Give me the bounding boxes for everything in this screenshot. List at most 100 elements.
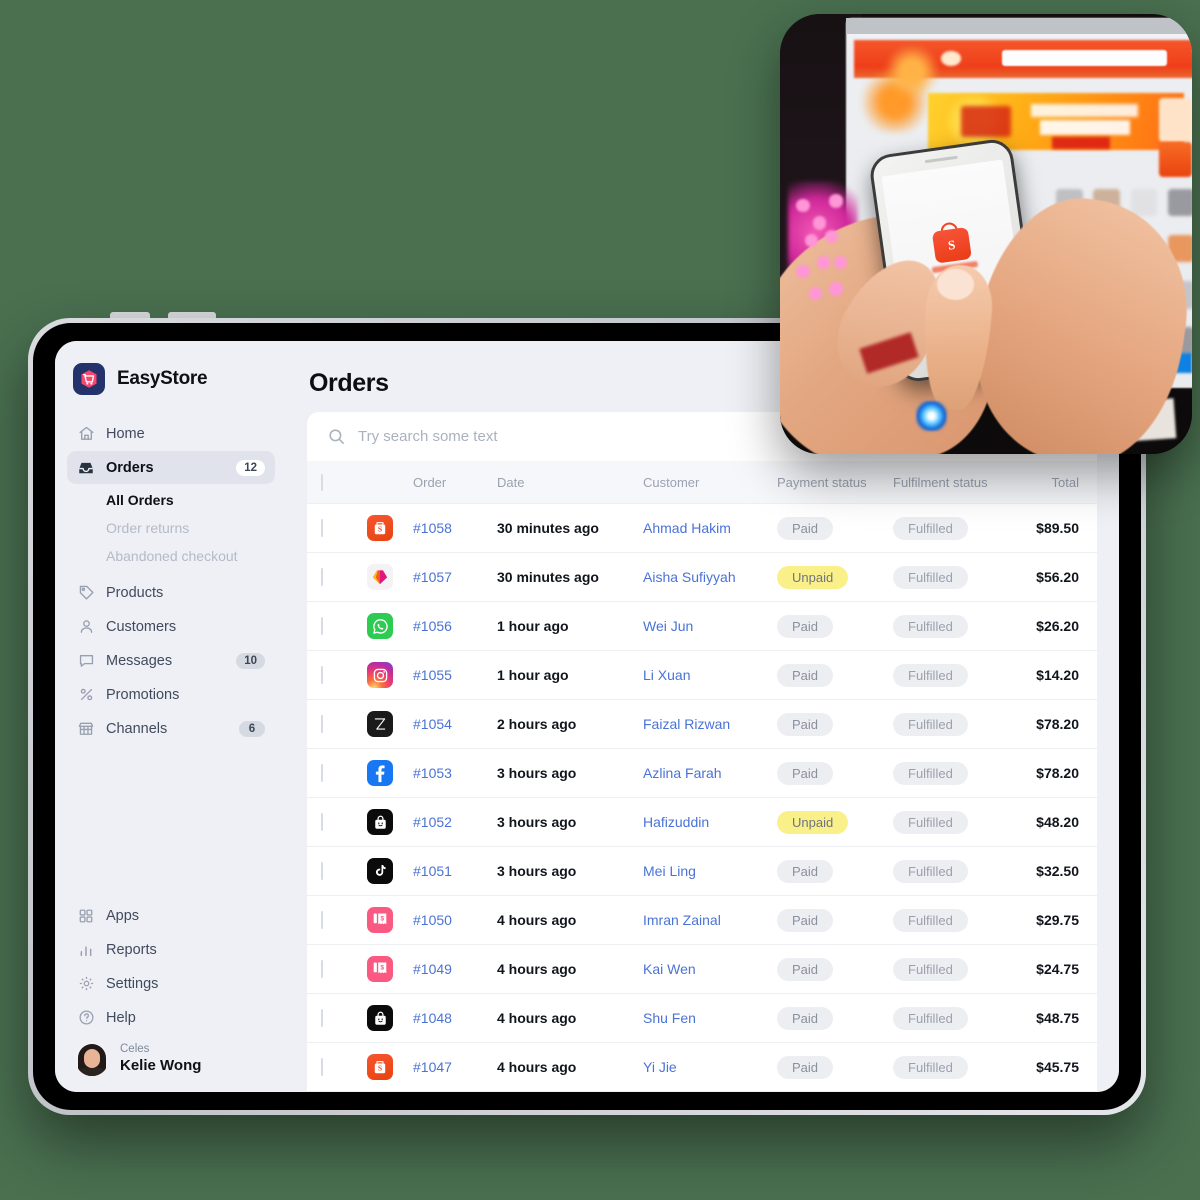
row-order-link[interactable]: #1048 xyxy=(413,1010,497,1026)
subnav-item-abandoned-checkout[interactable]: Abandoned checkout xyxy=(67,542,275,569)
sidebar-item-promotions[interactable]: Promotions xyxy=(67,678,275,711)
row-order-link[interactable]: #1049 xyxy=(413,961,497,977)
table-row[interactable]: S #1047 4 hours ago Yi Jie Paid Fulfilled $45.… xyxy=(307,1042,1097,1091)
subnav-item-all-orders[interactable]: All Orders xyxy=(67,486,275,513)
row-order-link[interactable]: #1053 xyxy=(413,765,497,781)
row-order-link[interactable]: #1058 xyxy=(413,520,497,536)
row-order-link[interactable]: #1057 xyxy=(413,569,497,585)
row-customer-link[interactable]: Aisha Sufiyyah xyxy=(643,569,777,585)
row-fulfilment-status: Fulfilled xyxy=(893,957,1028,981)
row-select-cell[interactable] xyxy=(321,911,367,929)
row-customer-link[interactable]: Li Xuan xyxy=(643,667,777,683)
user-account[interactable]: Celes Kelie Wong xyxy=(67,1034,275,1082)
row-order-link[interactable]: #1050 xyxy=(413,912,497,928)
row-select-cell[interactable] xyxy=(321,862,367,880)
sidebar-item-reports[interactable]: Reports xyxy=(67,933,275,966)
row-checkbox[interactable] xyxy=(321,1009,323,1027)
table-body: S #1058 30 minutes ago Ahmad Hakim Paid Fulfi… xyxy=(307,503,1097,1091)
row-checkbox[interactable] xyxy=(321,862,323,880)
row-select-cell[interactable] xyxy=(321,715,367,733)
header-payment-status: Payment status xyxy=(777,474,867,490)
select-all-cell[interactable] xyxy=(321,473,367,491)
row-customer-link[interactable]: Wei Jun xyxy=(643,618,777,634)
subnav-item-order-returns[interactable]: Order returns xyxy=(67,514,275,541)
orders-subnav: All Orders Order returns Abandoned check… xyxy=(67,486,275,569)
row-select-cell[interactable] xyxy=(321,568,367,586)
payment-status-badge: Paid xyxy=(777,712,834,736)
table-row[interactable]: $ #1049 4 hours ago Kai Wen Paid Fulfilled $24… xyxy=(307,944,1097,993)
table-row[interactable]: #1056 1 hour ago Wei Jun Paid Fulfilled $26.2… xyxy=(307,601,1097,650)
row-customer-link[interactable]: Shu Fen xyxy=(643,1010,777,1026)
sidebar-item-products[interactable]: Products xyxy=(67,576,275,609)
row-checkbox[interactable] xyxy=(321,911,323,929)
row-select-cell[interactable] xyxy=(321,666,367,684)
row-date: 1 hour ago xyxy=(497,618,569,634)
table-row[interactable]: S #1058 30 minutes ago Ahmad Hakim Paid Fulfi… xyxy=(307,503,1097,552)
row-total: $78.20 xyxy=(1036,716,1079,732)
row-payment-status: Paid xyxy=(777,614,893,638)
row-checkbox[interactable] xyxy=(321,813,323,831)
sidebar-item-channels[interactable]: Channels 6 xyxy=(67,712,275,745)
svg-text:S: S xyxy=(378,1064,382,1073)
row-checkbox[interactable] xyxy=(321,666,323,684)
easystore-logo-icon xyxy=(73,363,105,395)
payment-status-badge: Paid xyxy=(777,957,834,981)
table-row[interactable]: #1052 3 hours ago Hafizuddin Unpaid Fulfille… xyxy=(307,797,1097,846)
row-order-link[interactable]: #1051 xyxy=(413,863,497,879)
row-total: $48.20 xyxy=(1036,814,1079,830)
row-customer-link[interactable]: Kai Wen xyxy=(643,961,777,977)
row-select-cell[interactable] xyxy=(321,519,367,537)
sidebar-item-customers[interactable]: Customers xyxy=(67,610,275,643)
table-row[interactable]: #1057 30 minutes ago Aisha Sufiyyah Unpaid F… xyxy=(307,552,1097,601)
row-order-link[interactable]: #1052 xyxy=(413,814,497,830)
row-customer-link[interactable]: Azlina Farah xyxy=(643,765,777,781)
table-row[interactable]: #1053 3 hours ago Azlina Farah Paid Fulfille… xyxy=(307,748,1097,797)
table-row[interactable]: $ #1050 4 hours ago Imran Zainal Paid Fulfill… xyxy=(307,895,1097,944)
sidebar-item-orders[interactable]: Orders 12 xyxy=(67,451,275,484)
home-icon xyxy=(77,425,95,443)
row-order-link[interactable]: #1056 xyxy=(413,618,497,634)
row-select-cell[interactable] xyxy=(321,617,367,635)
channel-icon-shopbag xyxy=(367,809,393,835)
row-customer-link[interactable]: Imran Zainal xyxy=(643,912,777,928)
sidebar-item-apps[interactable]: Apps xyxy=(67,899,275,932)
row-customer-link[interactable]: Faizal Rizwan xyxy=(643,716,777,732)
row-select-cell[interactable] xyxy=(321,813,367,831)
row-customer-link[interactable]: Ahmad Hakim xyxy=(643,520,777,536)
sidebar-item-help[interactable]: Help xyxy=(67,1001,275,1034)
row-checkbox[interactable] xyxy=(321,960,323,978)
table-row[interactable]: #1055 1 hour ago Li Xuan Paid Fulfilled $14.2… xyxy=(307,650,1097,699)
row-select-cell[interactable] xyxy=(321,764,367,782)
table-row[interactable]: #1051 3 hours ago Mei Ling Paid Fulfilled $32… xyxy=(307,846,1097,895)
fulfilment-status-badge: Fulfilled xyxy=(893,859,968,883)
sidebar-item-messages[interactable]: Messages 10 xyxy=(67,644,275,677)
sidebar-item-settings[interactable]: Settings xyxy=(67,967,275,1000)
row-customer-link[interactable]: Hafizuddin xyxy=(643,814,777,830)
row-checkbox[interactable] xyxy=(321,519,323,537)
row-select-cell[interactable] xyxy=(321,960,367,978)
table-row[interactable]: #1054 2 hours ago Faizal Rizwan Paid Fulfill… xyxy=(307,699,1097,748)
row-customer-link[interactable]: Yi Jie xyxy=(643,1059,777,1075)
row-checkbox[interactable] xyxy=(321,617,323,635)
sidebar-item-home[interactable]: Home xyxy=(67,417,275,450)
table-row[interactable]: #1048 4 hours ago Shu Fen Paid Fulfilled $48.… xyxy=(307,993,1097,1042)
row-checkbox[interactable] xyxy=(321,568,323,586)
row-select-cell[interactable] xyxy=(321,1058,367,1076)
row-payment-status: Paid xyxy=(777,516,893,540)
row-payment-status: Paid xyxy=(777,957,893,981)
row-checkbox[interactable] xyxy=(321,764,323,782)
row-order-link[interactable]: #1055 xyxy=(413,667,497,683)
row-fulfilment-status: Fulfilled xyxy=(893,1055,1028,1079)
row-order-link[interactable]: #1047 xyxy=(413,1059,497,1075)
brand[interactable]: EasyStore xyxy=(67,357,275,395)
row-checkbox[interactable] xyxy=(321,715,323,733)
row-select-cell[interactable] xyxy=(321,1009,367,1027)
select-all-checkbox[interactable] xyxy=(321,473,323,491)
row-order-link[interactable]: #1054 xyxy=(413,716,497,732)
sidebar-item-label: Promotions xyxy=(106,686,180,703)
payment-status-badge: Paid xyxy=(777,516,834,540)
fulfilment-status-badge: Fulfilled xyxy=(893,712,968,736)
row-checkbox[interactable] xyxy=(321,1058,323,1076)
row-date: 3 hours ago xyxy=(497,814,577,830)
row-customer-link[interactable]: Mei Ling xyxy=(643,863,777,879)
